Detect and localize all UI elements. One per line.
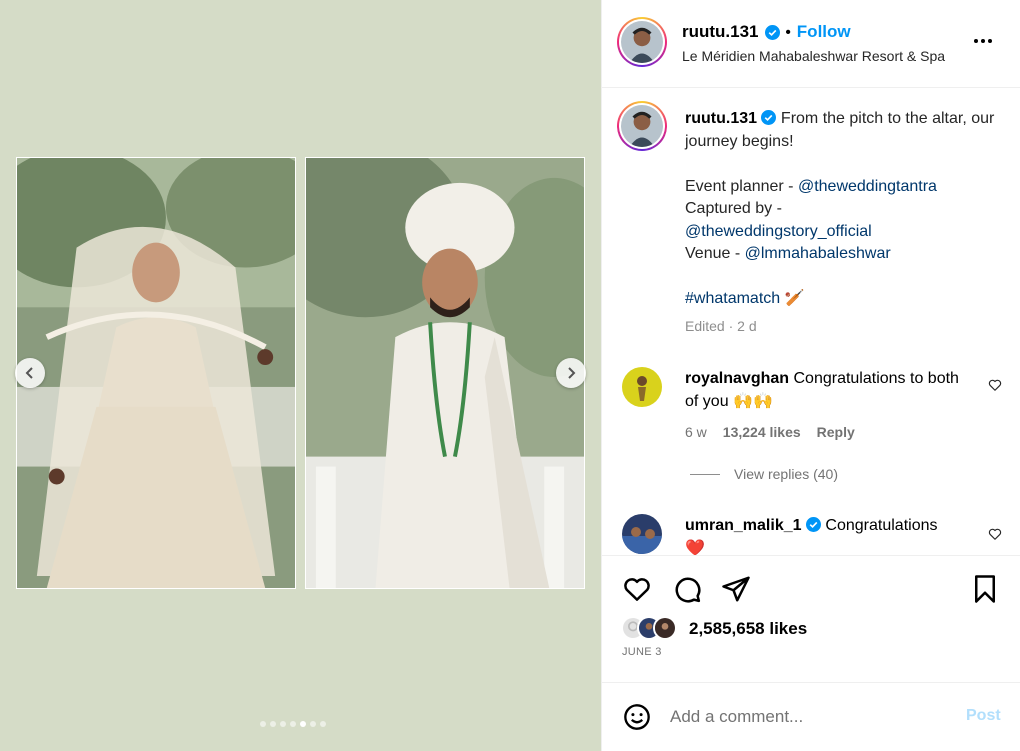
photographer-mention[interactable]: @theweddingstory_official xyxy=(685,223,872,240)
comment-username[interactable]: royalnavghan xyxy=(685,370,789,387)
replies-divider xyxy=(690,473,720,475)
view-replies-label: View replies (40) xyxy=(734,466,839,482)
comment: royalnavghan Congratulations to both of … xyxy=(685,368,965,413)
more-options-button[interactable] xyxy=(974,34,998,48)
post-actions: 2,585,658 likes JUNE 3 xyxy=(602,555,1020,682)
verified-badge-icon xyxy=(761,110,777,125)
bride-photo xyxy=(16,157,296,589)
share-button[interactable] xyxy=(721,574,751,604)
commenter-avatar[interactable] xyxy=(622,367,662,407)
comment-button[interactable] xyxy=(672,574,702,604)
comment-body: Congratulations xyxy=(825,517,938,534)
captured-label: Captured by - xyxy=(685,200,782,217)
carousel-dot xyxy=(300,721,306,727)
comment-bubble-icon xyxy=(675,577,701,603)
reply-button[interactable]: Reply xyxy=(817,424,855,440)
comment-username[interactable]: umran_malik_1 xyxy=(685,517,802,534)
comment: umran_malik_1 Congratulations ❤️ xyxy=(685,515,965,560)
add-comment-input[interactable] xyxy=(670,703,950,731)
like-comment-icon[interactable] xyxy=(988,527,1002,541)
liker-avatars[interactable] xyxy=(621,616,677,640)
planner-label: Event planner - xyxy=(685,177,798,195)
chevron-right-icon xyxy=(568,367,576,379)
carousel-dot xyxy=(310,721,316,727)
location-link[interactable]: Le Méridien Mahabaleshwar Resort & Spa xyxy=(682,48,956,64)
likes-count[interactable]: 2,585,658 likes xyxy=(689,619,807,639)
follow-button[interactable]: Follow xyxy=(797,22,851,42)
previous-slide-button[interactable] xyxy=(15,358,45,388)
next-slide-button[interactable] xyxy=(556,358,586,388)
post-sidebar: ruutu.131 • Follow Le Méridien Mahabales… xyxy=(601,0,1020,751)
view-replies-button[interactable]: View replies (40) xyxy=(690,466,838,482)
author-avatar[interactable] xyxy=(617,17,667,67)
caption-author-avatar[interactable] xyxy=(617,101,667,151)
heart-icon xyxy=(624,578,650,601)
carousel-indicator xyxy=(260,721,326,727)
comment-likes[interactable]: 13,224 likes xyxy=(723,424,801,440)
post-media xyxy=(0,0,601,751)
caption-username[interactable]: ruutu.131 xyxy=(685,110,757,127)
comment-age: 6 w xyxy=(685,424,707,440)
post-date[interactable]: JUNE 3 xyxy=(622,646,662,658)
author-username[interactable]: ruutu.131 xyxy=(682,22,759,42)
verified-badge-icon xyxy=(805,517,821,532)
caption-edited-time: Edited · 2 d xyxy=(685,317,757,334)
post-caption: ruutu.131 From the pitch to the altar, o… xyxy=(685,108,995,337)
separator-bullet: • xyxy=(785,23,791,41)
dot-icon xyxy=(988,39,992,43)
groom-photo xyxy=(305,157,585,589)
comment-composer: Post xyxy=(602,682,1020,751)
dot-icon xyxy=(974,39,978,43)
dot-icon xyxy=(981,39,985,43)
bookmark-icon xyxy=(975,575,995,603)
like-button[interactable] xyxy=(622,574,652,604)
heart-emoji: ❤️ xyxy=(685,539,705,557)
commenter-avatar[interactable] xyxy=(622,514,662,554)
paper-plane-icon xyxy=(722,576,750,602)
liker-avatar xyxy=(653,616,677,640)
smiley-icon xyxy=(624,704,650,730)
emoji-picker-button[interactable] xyxy=(623,703,651,731)
carousel-dot xyxy=(280,721,286,727)
verified-badge-icon xyxy=(764,24,780,40)
carousel-dot xyxy=(260,721,266,727)
post-comment-button[interactable]: Post xyxy=(966,707,1001,725)
carousel-dot xyxy=(320,721,326,727)
planner-mention[interactable]: @theweddingtantra xyxy=(798,178,937,195)
carousel-dot xyxy=(270,721,276,727)
like-comment-icon[interactable] xyxy=(988,378,1002,392)
cricket-emoji: 🏏 xyxy=(784,290,805,307)
chevron-left-icon xyxy=(25,367,33,379)
save-button[interactable] xyxy=(970,574,1000,604)
carousel-dot xyxy=(290,721,296,727)
comment-meta: 6 w 13,224 likes Reply xyxy=(685,424,855,440)
post-header: ruutu.131 • Follow Le Méridien Mahabales… xyxy=(602,0,1020,88)
author-row: ruutu.131 • Follow xyxy=(682,22,851,42)
venue-mention[interactable]: @lmmahabaleshwar xyxy=(745,245,891,262)
venue-label: Venue - xyxy=(685,245,745,262)
hashtag-link[interactable]: #whatamatch xyxy=(685,290,780,307)
